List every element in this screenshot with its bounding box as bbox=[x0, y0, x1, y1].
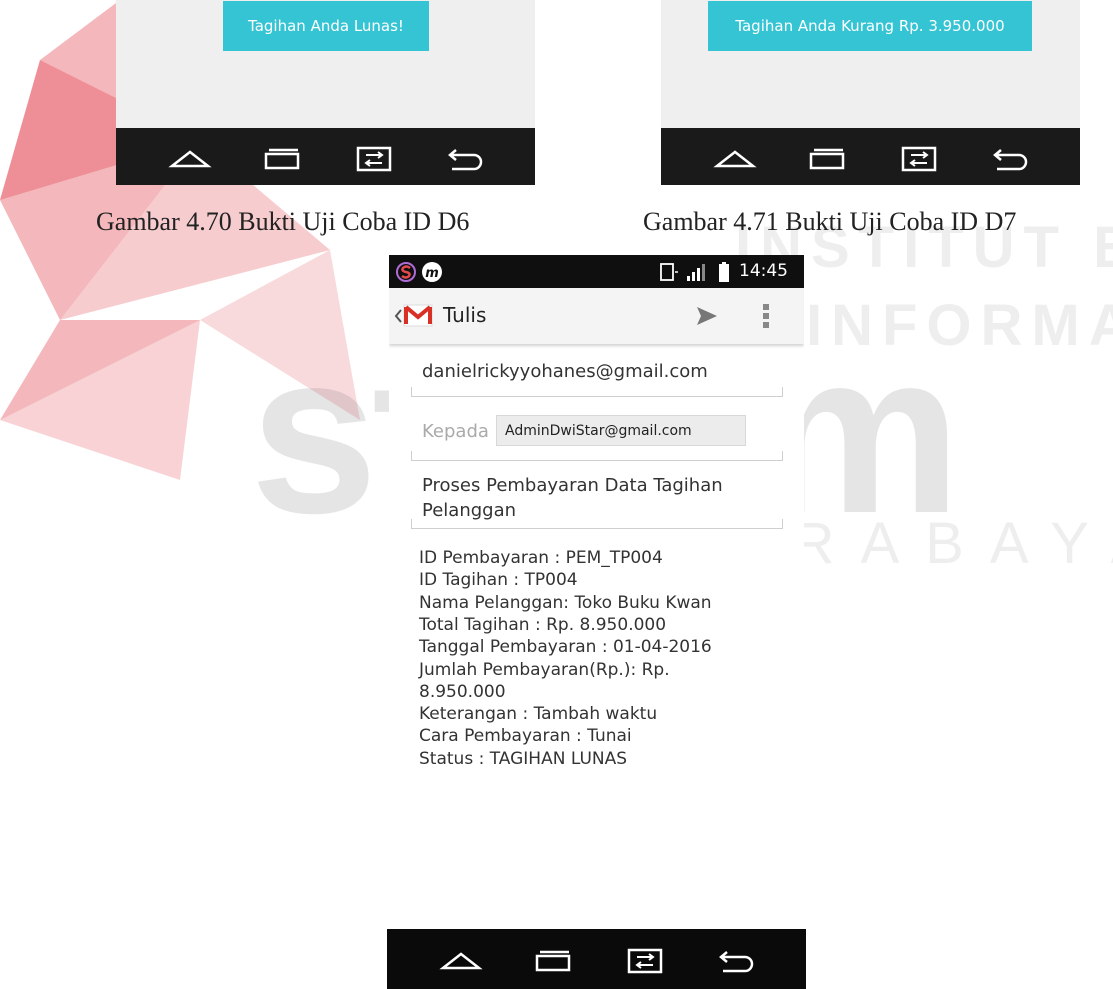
caption-d6: Gambar 4.70 Bukti Uji Coba ID D6 bbox=[96, 207, 470, 236]
app-bar: Tulis bbox=[389, 288, 804, 344]
email-body-line: ID Pembayaran : PEM_TP004 bbox=[419, 548, 663, 568]
phone-vibrate-icon bbox=[660, 263, 678, 281]
toast-message: Tagihan Anda Kurang Rp. 3.950.000 bbox=[708, 1, 1032, 51]
to-label: Kepada bbox=[422, 421, 489, 442]
status-bar: m 14:45 bbox=[389, 255, 804, 288]
toast-message: Tagihan Anda Lunas! bbox=[223, 1, 429, 51]
send-icon[interactable] bbox=[695, 305, 719, 327]
recent-apps-icon[interactable] bbox=[531, 946, 575, 974]
home-icon[interactable] bbox=[168, 144, 212, 172]
nav-bar bbox=[387, 929, 806, 989]
field-divider bbox=[411, 387, 783, 397]
email-body-line: ID Tagihan : TP004 bbox=[419, 570, 578, 591]
caption-d7: Gambar 4.71 Bukti Uji Coba ID D7 bbox=[643, 207, 1017, 236]
dual-window-icon[interactable] bbox=[352, 144, 396, 172]
chevron-left-icon[interactable] bbox=[393, 308, 403, 324]
email-compose-screenshot: m 14:45 Tulis danielrickyyohanes@gmail.c… bbox=[389, 255, 804, 767]
signal-icon bbox=[687, 264, 705, 281]
dual-window-icon[interactable] bbox=[897, 144, 941, 172]
subject-line-1[interactable]: Proses Pembayaran Data Tagihan bbox=[422, 475, 723, 496]
to-recipient-chip[interactable]: AdminDwiStar@gmail.com bbox=[496, 415, 746, 446]
email-body-line: Tanggal Pembayaran : 01-04-2016 bbox=[419, 637, 712, 658]
m-app-icon: m bbox=[422, 262, 442, 282]
email-body-line: Cara Pembayaran : Tunai bbox=[419, 726, 632, 747]
back-icon[interactable] bbox=[989, 144, 1033, 172]
field-divider bbox=[411, 519, 783, 529]
recent-apps-icon[interactable] bbox=[805, 144, 849, 172]
s-app-icon bbox=[396, 262, 416, 282]
dual-window-icon[interactable] bbox=[623, 946, 667, 974]
overflow-menu-icon[interactable] bbox=[761, 302, 771, 330]
email-body-line: Total Tagihan : Rp. 8.950.000 bbox=[419, 614, 667, 635]
svg-text:m: m bbox=[425, 266, 439, 281]
email-body-line: 8.950.000 bbox=[419, 681, 506, 702]
field-divider bbox=[411, 451, 783, 461]
status-time: 14:45 bbox=[739, 261, 788, 281]
nav-bar bbox=[661, 128, 1080, 185]
screenshot-d7: Tagihan Anda Kurang Rp. 3.950.000 bbox=[661, 0, 1080, 185]
subject-line-2[interactable]: Pelanggan bbox=[422, 500, 516, 521]
email-body-line: Nama Pelanggan: Toko Buku Kwan bbox=[419, 592, 712, 613]
email-body-line: Keterangan : Tambah waktu bbox=[419, 704, 658, 725]
recent-apps-icon[interactable] bbox=[260, 144, 304, 172]
nav-bar bbox=[116, 128, 535, 185]
home-icon[interactable] bbox=[713, 144, 757, 172]
email-body-line: Status : TAGIHAN LUNAS bbox=[419, 748, 628, 767]
email-body-line: Jumlah Pembayaran(Rp.): Rp. bbox=[419, 659, 670, 680]
app-title: Tulis bbox=[443, 303, 487, 327]
home-icon[interactable] bbox=[439, 946, 483, 974]
battery-icon bbox=[719, 262, 729, 282]
from-field[interactable]: danielrickyyohanes@gmail.com bbox=[422, 361, 708, 382]
screenshot-d6: Tagihan Anda Lunas! bbox=[116, 0, 535, 185]
back-icon[interactable] bbox=[715, 946, 759, 974]
gmail-icon bbox=[403, 304, 433, 327]
back-icon[interactable] bbox=[444, 144, 488, 172]
